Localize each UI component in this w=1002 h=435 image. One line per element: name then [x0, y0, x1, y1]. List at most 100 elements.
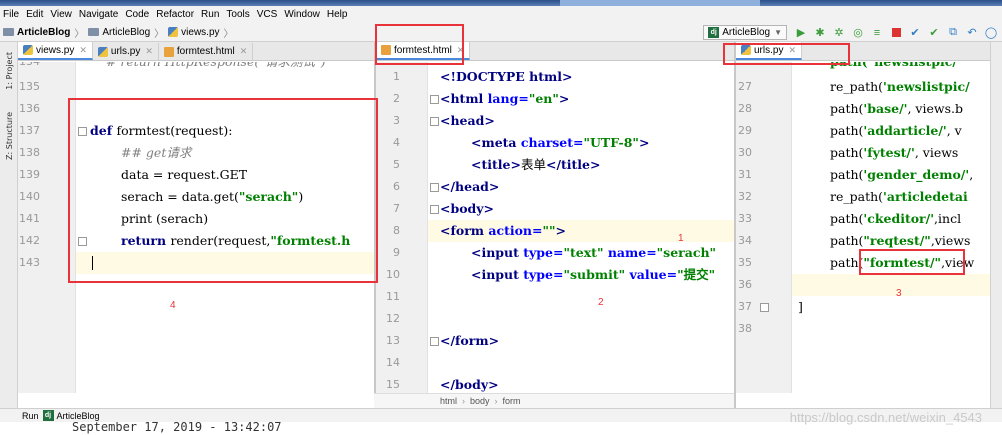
stop-icon[interactable] — [888, 25, 904, 41]
string-token: "UTF-8" — [583, 135, 639, 150]
attr-token: name= — [607, 245, 657, 260]
code-line: path('ckeditor/',incl — [830, 208, 961, 230]
profile-icon[interactable]: ◎ — [850, 25, 866, 41]
code-line: ] — [798, 299, 803, 314]
line-number: 5 — [393, 158, 400, 171]
code-token: path( — [830, 167, 864, 182]
search-everywhere-icon[interactable]: ◯ — [983, 25, 999, 41]
breadcrumb: ArticleBlog 〉 ArticleBlog 〉 views.py 〉 — [3, 25, 238, 40]
tag-token: <title> — [471, 157, 521, 172]
editor-breadcrumb: html › body › form — [374, 393, 734, 408]
debug-icon[interactable]: ✱ — [812, 25, 828, 41]
line-number: 37 — [738, 300, 752, 313]
line-number: 38 — [738, 322, 752, 335]
fold-icon[interactable] — [760, 303, 769, 312]
line-number: 28 — [738, 102, 752, 115]
menu-navigate[interactable]: Navigate — [79, 9, 118, 20]
tab-views-py[interactable]: views.py ✕ — [18, 42, 93, 60]
close-icon[interactable]: ✕ — [79, 45, 87, 56]
code-line: </form> — [440, 333, 500, 348]
line-number: 8 — [393, 224, 400, 237]
run-label[interactable]: Run — [22, 411, 39, 421]
close-icon[interactable]: ✕ — [145, 46, 153, 57]
string-token: "text" — [563, 245, 608, 260]
vcs-history-icon[interactable]: ⧉ — [945, 25, 961, 41]
string-token: "submit" — [563, 267, 630, 282]
editor-pane-formtest[interactable]: 1 2 3 4 5 6 7 8 9 10 11 12 13 14 15 <!DO… — [376, 62, 734, 393]
string-token: 'addarticle/' — [863, 123, 947, 138]
chevron-down-icon: ▼ — [774, 28, 782, 37]
line-number: 11 — [386, 290, 400, 303]
breadcrumb-file[interactable]: views.py — [181, 27, 219, 38]
line-gutter: 1 2 3 4 5 6 7 8 9 10 11 12 13 14 15 — [376, 62, 439, 393]
code-area[interactable]: <!DOCTYPE html> <html lang="en"> <head> … — [440, 62, 734, 393]
line-number: 143 — [19, 256, 40, 269]
line-number: 10 — [386, 268, 400, 281]
menu-help[interactable]: Help — [327, 9, 348, 20]
menu-tools[interactable]: Tools — [226, 9, 249, 20]
breadcrumb-separator-icon: 〉 — [74, 28, 85, 40]
vcs-commit-icon[interactable]: ✔ — [926, 25, 942, 41]
line-number: 7 — [393, 202, 400, 215]
fold-icon[interactable] — [430, 183, 439, 192]
code-line: </head> — [440, 179, 500, 194]
string-token: 'articledetai — [883, 189, 968, 204]
structure-tool-label: Z: Structure — [4, 112, 14, 160]
close-icon[interactable]: ✕ — [240, 46, 248, 57]
editor-pane-urls[interactable]: 27 28 29 30 31 32 33 34 35 36 37 38 path… — [736, 62, 990, 393]
run-icon[interactable]: ▶ — [793, 25, 809, 41]
crumb-body[interactable]: body — [470, 396, 490, 406]
project-tool-tab[interactable]: 1: Project — [2, 46, 16, 96]
run-config-label[interactable]: ArticleBlog — [57, 411, 100, 421]
tab-formtest-html[interactable]: formtest.html ✕ — [159, 43, 254, 60]
menu-code[interactable]: Code — [125, 9, 149, 20]
fold-icon[interactable] — [430, 205, 439, 214]
coverage-icon[interactable]: ✲ — [831, 25, 847, 41]
tag-token: </title> — [545, 157, 601, 172]
code-area[interactable]: path("newslistpic/" re_path('newslistpic… — [794, 62, 990, 393]
revert-icon[interactable]: ↶ — [964, 25, 980, 41]
menu-edit[interactable]: Edit — [26, 9, 43, 20]
menu-run[interactable]: Run — [201, 9, 219, 20]
crumb-form[interactable]: form — [503, 396, 521, 406]
tab-urls-py[interactable]: urls.py ✕ — [93, 43, 159, 60]
tab-label: urls.py — [110, 46, 141, 57]
concurrency-icon[interactable]: ≡ — [869, 25, 885, 41]
string-token: "reqtest/" — [863, 233, 931, 248]
string-token: "serach" — [656, 245, 717, 260]
folder-icon — [88, 28, 100, 36]
code-line: </body> — [440, 377, 499, 392]
menu-refactor[interactable]: Refactor — [156, 9, 194, 20]
code-token: re_path( — [830, 79, 884, 94]
crumb-html[interactable]: html — [440, 396, 457, 406]
line-number: 136 — [19, 102, 40, 115]
string-token: 'gender_demo/' — [863, 167, 970, 182]
fold-icon[interactable] — [430, 117, 439, 126]
annotation-label-1: 1 — [678, 233, 684, 244]
vcs-update-icon[interactable]: ✔ — [907, 25, 923, 41]
line-number: 134 — [18, 62, 40, 73]
html-file-icon — [163, 46, 174, 57]
tab-label: views.py — [36, 44, 75, 56]
attr-token: lang= — [487, 91, 529, 106]
line-number: 33 — [738, 212, 752, 225]
menu-view[interactable]: View — [50, 9, 72, 20]
menu-window[interactable]: Window — [284, 9, 320, 20]
line-number: 14 — [386, 356, 400, 369]
code-token: , views — [914, 145, 959, 160]
menu-vcs[interactable]: VCS — [257, 9, 278, 20]
fold-icon[interactable] — [430, 337, 439, 346]
navigation-bar: ArticleBlog 〉 ArticleBlog 〉 views.py 〉 d… — [0, 23, 1002, 42]
string-token: 'newslistpic/ — [883, 79, 970, 94]
breadcrumb-folder[interactable]: ArticleBlog — [102, 27, 150, 38]
attr-token: charset= — [520, 135, 584, 150]
fold-icon[interactable] — [430, 95, 439, 104]
structure-tool-tab[interactable]: Z: Structure — [2, 104, 16, 168]
string-token: 'base/' — [863, 101, 908, 116]
code-line: path('gender_demo/', — [830, 164, 973, 186]
tag-token: > — [638, 135, 650, 150]
menu-file[interactable]: File — [3, 9, 19, 20]
breadcrumb-project[interactable]: ArticleBlog — [17, 27, 70, 38]
tag-token: <form — [440, 223, 489, 238]
run-configuration-select[interactable]: dj ArticleBlog ▼ — [703, 25, 787, 40]
